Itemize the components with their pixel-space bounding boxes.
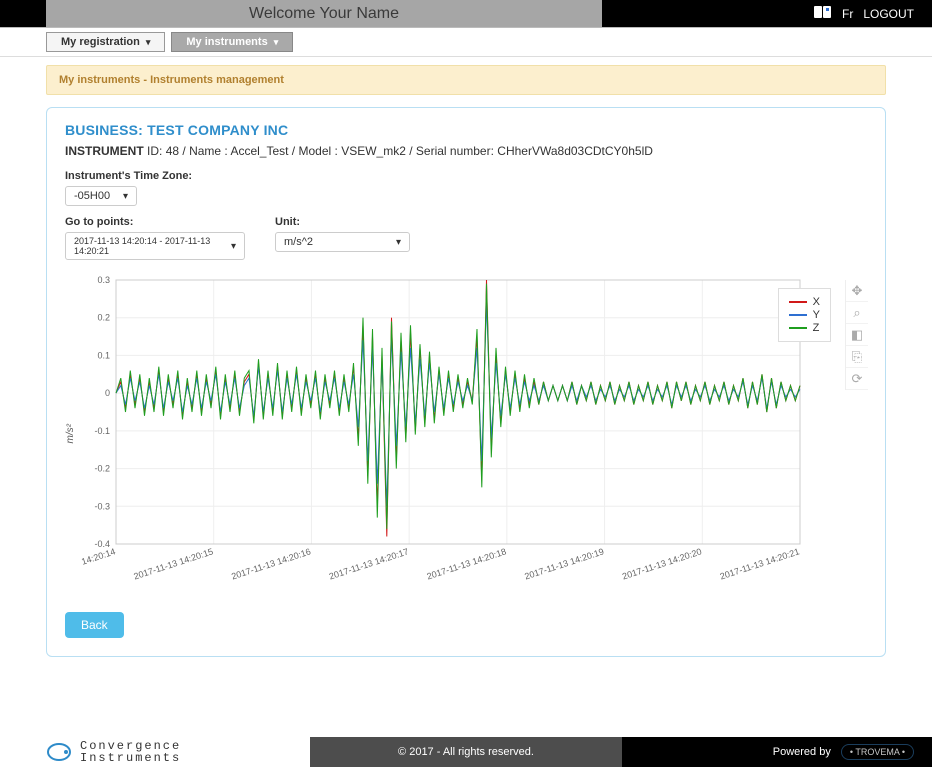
svg-text:-0.3: -0.3 — [94, 501, 110, 511]
autoscale-icon[interactable]: ◧ — [846, 324, 868, 346]
partner-badge: • TROVEMA • — [841, 744, 914, 760]
chevron-down-icon: ▾ — [146, 37, 151, 48]
unit-value: m/s^2 — [284, 236, 388, 248]
chevron-down-icon: ▾ — [396, 237, 401, 248]
svg-text:2017-11-13 14:20:20: 2017-11-13 14:20:20 — [621, 546, 703, 581]
points-select[interactable]: 2017-11-13 14:20:14 - 2017-11-13 14:20:2… — [65, 232, 245, 260]
y-axis-label: m/s² — [65, 424, 76, 443]
unit-label: Unit: — [275, 216, 410, 228]
instrument-name: Accel_Test — [230, 144, 288, 158]
unit-select[interactable]: m/s^2 ▾ — [275, 232, 410, 252]
chart-legend: XYZ — [778, 288, 831, 342]
instrument-serial: CHherVWa8d03CDtCY0h5lD — [497, 144, 653, 158]
business-title: BUSINESS: TEST COMPANY INC — [65, 122, 867, 138]
svg-text:2017-11-13 14:20:19: 2017-11-13 14:20:19 — [523, 546, 605, 581]
logout-link[interactable]: LOGOUT — [863, 7, 914, 21]
zoom-tool-icon[interactable]: ⌕ — [846, 302, 868, 324]
svg-text:2017-11-13 14:20:17: 2017-11-13 14:20:17 — [328, 546, 410, 581]
business-prefix: BUSINESS: — [65, 122, 143, 138]
help-icon[interactable] — [814, 5, 832, 22]
svg-text:2017-11-13 14:20:15: 2017-11-13 14:20:15 — [132, 546, 214, 581]
tab-label: My instruments — [186, 36, 267, 48]
download-icon[interactable]: ⎘ — [846, 346, 868, 368]
footer: Convergence Instruments © 2017 - All rig… — [0, 737, 932, 767]
instrument-name-label: Name : — [189, 144, 228, 158]
svg-text:2017-11-13 14:20:16: 2017-11-13 14:20:16 — [230, 546, 312, 581]
brand-text: Convergence Instruments — [80, 740, 181, 764]
chart-area: m/s² -0.4-0.3-0.2-0.100.10.20.32017-11-1… — [65, 274, 867, 594]
chevron-down-icon: ▾ — [123, 191, 128, 202]
footer-copyright: © 2017 - All rights reserved. — [310, 737, 622, 767]
back-button[interactable]: Back — [65, 612, 124, 638]
top-bar: Welcome Your Name Fr LOGOUT — [0, 0, 932, 28]
brand-line1: Convergence — [80, 740, 181, 752]
instrument-id-label: ID: — [147, 144, 162, 158]
instrument-line: INSTRUMENT ID: 48 / Name : Accel_Test / … — [65, 144, 867, 158]
svg-text:0.3: 0.3 — [97, 275, 110, 285]
svg-text:0: 0 — [105, 388, 110, 398]
nav-tabs: My registration ▾ My instruments ▾ — [0, 28, 932, 57]
svg-text:2017-11-13 14:20:14: 2017-11-13 14:20:14 — [80, 546, 117, 581]
legend-item[interactable]: X — [789, 296, 820, 308]
svg-text:-0.2: -0.2 — [94, 464, 110, 474]
svg-text:0.2: 0.2 — [97, 313, 110, 323]
brand-logo-icon — [46, 741, 72, 763]
instrument-model: VSEW_mk2 — [341, 144, 406, 158]
svg-text:0.1: 0.1 — [97, 350, 110, 360]
instrument-serial-label: Serial number: — [416, 144, 494, 158]
welcome-text: Welcome Your Name — [46, 0, 602, 27]
timezone-label: Instrument's Time Zone: — [65, 170, 867, 182]
top-left-block — [0, 0, 46, 27]
language-toggle[interactable]: Fr — [842, 7, 853, 21]
instrument-model-label: Model : — [298, 144, 337, 158]
instrument-id: 48 — [166, 144, 179, 158]
tab-my-instruments[interactable]: My instruments ▾ — [171, 32, 293, 52]
svg-text:2017-11-13 14:20:21: 2017-11-13 14:20:21 — [719, 546, 801, 581]
points-label: Go to points: — [65, 216, 245, 228]
footer-powered: Powered by • TROVEMA • — [622, 737, 932, 767]
footer-brand: Convergence Instruments — [0, 737, 310, 767]
top-right-controls: Fr LOGOUT — [602, 0, 932, 27]
tab-my-registration[interactable]: My registration ▾ — [46, 32, 165, 52]
tab-label: My registration — [61, 36, 140, 48]
timezone-value: -05H00 — [74, 190, 115, 202]
reset-icon[interactable]: ⟳ — [846, 368, 868, 390]
business-name: TEST COMPANY INC — [147, 122, 288, 138]
instrument-card: BUSINESS: TEST COMPANY INC INSTRUMENT ID… — [46, 107, 886, 657]
chart-tools: ✥ ⌕ ◧ ⎘ ⟳ — [845, 280, 867, 390]
svg-text:2017-11-13 14:20:18: 2017-11-13 14:20:18 — [426, 546, 508, 581]
svg-text:-0.1: -0.1 — [94, 426, 110, 436]
breadcrumb: My instruments - Instruments management — [46, 65, 886, 95]
chevron-down-icon: ▾ — [231, 241, 236, 252]
instrument-prefix: INSTRUMENT — [65, 144, 144, 158]
legend-item[interactable]: Z — [789, 322, 820, 334]
timezone-select[interactable]: -05H00 ▾ — [65, 186, 137, 206]
legend-item[interactable]: Y — [789, 309, 820, 321]
chevron-down-icon: ▾ — [274, 37, 279, 48]
pan-tool-icon[interactable]: ✥ — [846, 280, 868, 302]
powered-by-label: Powered by — [773, 746, 831, 758]
points-value: 2017-11-13 14:20:14 - 2017-11-13 14:20:2… — [74, 236, 223, 256]
brand-line2: Instruments — [80, 752, 181, 764]
chart-plot[interactable]: -0.4-0.3-0.2-0.100.10.20.32017-11-13 14:… — [80, 274, 840, 594]
